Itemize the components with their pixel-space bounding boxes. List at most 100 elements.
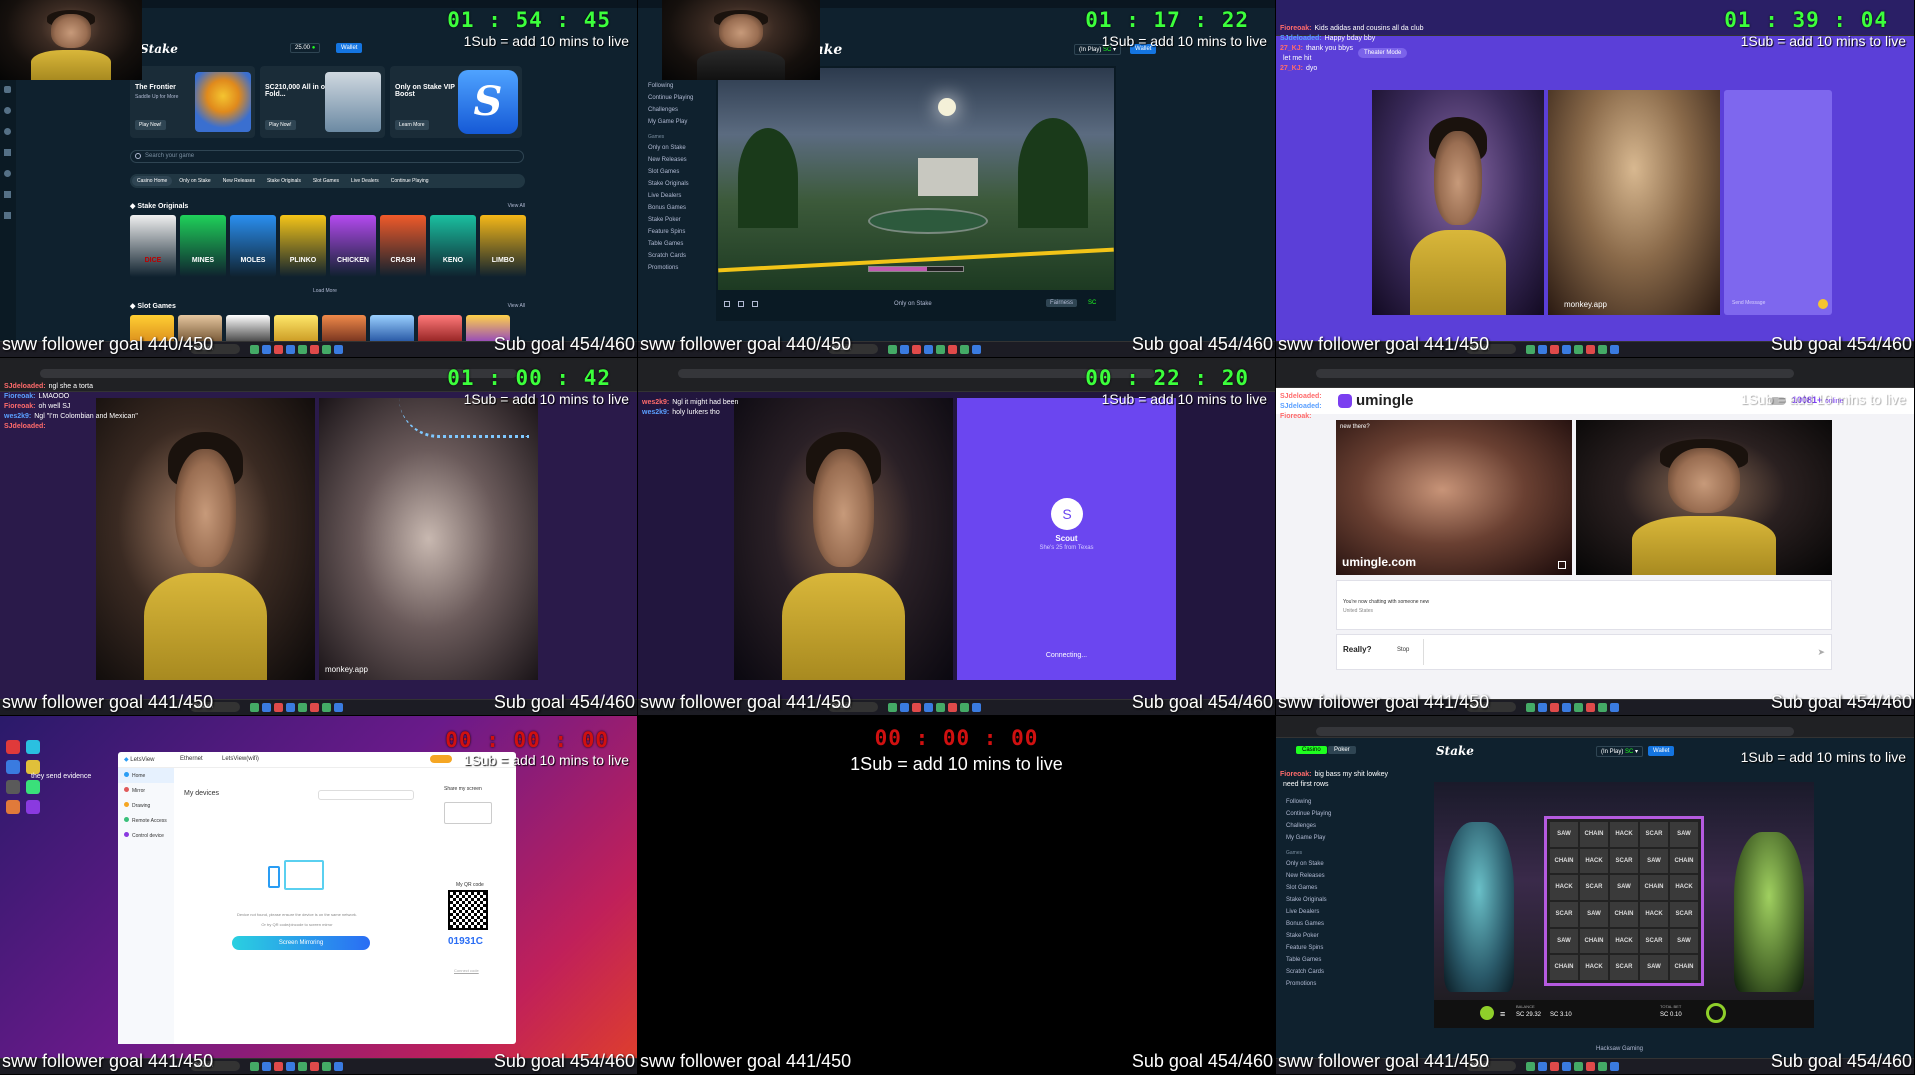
chat-username[interactable]: Fioreoak: <box>1280 413 1312 420</box>
heart-icon[interactable] <box>4 128 11 135</box>
desktop-app-icon[interactable] <box>6 780 20 794</box>
original-game-tile[interactable]: KENO <box>430 215 476 277</box>
app-icon[interactable] <box>334 345 343 354</box>
category-tab[interactable]: Only on Stake <box>174 176 215 186</box>
original-game-tile[interactable]: PLINKO <box>280 215 326 277</box>
original-game-tile[interactable]: LIMBO <box>480 215 526 277</box>
sidebar-item[interactable]: Challenges <box>638 104 714 116</box>
wallet-button[interactable]: Wallet <box>1648 746 1675 756</box>
app-icon[interactable] <box>924 345 933 354</box>
app-icon[interactable] <box>1538 1062 1547 1071</box>
sidebar-item[interactable]: Slot Games <box>1276 882 1352 894</box>
app-icon[interactable] <box>250 1062 259 1071</box>
chat-username[interactable]: Fioreoak: <box>1280 25 1312 32</box>
connect-code-link[interactable]: Connect code <box>454 968 479 973</box>
chat-username[interactable]: 27_KJ: <box>1280 45 1303 52</box>
chat-username[interactable]: Fioreoak: <box>1280 771 1312 778</box>
app-icon[interactable] <box>1598 1062 1607 1071</box>
app-icon[interactable] <box>1586 1062 1595 1071</box>
tab-ethernet[interactable]: Ethernet <box>180 756 203 762</box>
original-game-tile[interactable]: CHICKEN <box>330 215 376 277</box>
app-icon[interactable] <box>912 345 921 354</box>
message-input[interactable] <box>1423 639 1813 665</box>
ticket-icon[interactable] <box>4 191 11 198</box>
star-icon[interactable] <box>4 107 11 114</box>
app-icon[interactable] <box>900 345 909 354</box>
stop-button[interactable]: Stop <box>1397 647 1409 653</box>
chat-username[interactable]: wes2k9: <box>4 413 31 420</box>
chat-username[interactable]: SJdeloaded: <box>1280 35 1322 42</box>
sidebar-item[interactable]: Following <box>638 80 714 92</box>
desktop-app-icon[interactable] <box>26 740 40 754</box>
letsview-menu-item[interactable]: Control device <box>118 828 174 843</box>
app-icon[interactable] <box>310 345 319 354</box>
send-icon[interactable] <box>1818 299 1828 309</box>
app-icon[interactable] <box>286 703 295 712</box>
app-icon[interactable] <box>1550 703 1559 712</box>
chat-username[interactable]: Fioreoak: <box>4 403 36 410</box>
letsview-menu-item[interactable]: Mirror <box>118 783 174 798</box>
learn-more-button[interactable]: Learn More <box>395 120 429 130</box>
vip-badge[interactable] <box>430 755 452 763</box>
sidebar-item[interactable]: Live Dealers <box>638 190 714 202</box>
sidebar-item[interactable]: Table Games <box>1276 954 1352 966</box>
app-icon[interactable] <box>1574 703 1583 712</box>
sidebar-item[interactable]: Following <box>1276 796 1352 808</box>
stake-logo[interactable]: Stake <box>1436 744 1474 758</box>
sidebar-item[interactable]: Stake Poker <box>638 214 714 226</box>
app-icon[interactable] <box>334 703 343 712</box>
chat-username[interactable]: SJdeloaded: <box>4 423 46 430</box>
app-icon[interactable] <box>924 703 933 712</box>
sidebar-item[interactable]: New Releases <box>1276 870 1352 882</box>
chat-username[interactable]: wes2k9: <box>642 399 669 406</box>
app-icon[interactable] <box>286 345 295 354</box>
app-icon[interactable] <box>1538 345 1547 354</box>
sidebar-item[interactable]: Live Dealers <box>1276 906 1352 918</box>
sidebar-item[interactable]: Table Games <box>638 238 714 250</box>
category-tab[interactable]: Slot Games <box>308 176 344 186</box>
original-game-tile[interactable]: MINES <box>180 215 226 277</box>
app-icon[interactable] <box>1562 345 1571 354</box>
fullscreen-icon[interactable] <box>724 301 730 307</box>
search-games[interactable]: Search your game <box>130 150 524 163</box>
chat-username[interactable]: SJdeloaded: <box>1280 393 1322 400</box>
category-tab[interactable]: New Releases <box>218 176 260 186</box>
app-icon[interactable] <box>1538 703 1547 712</box>
letsview-menu-item[interactable]: Drawing <box>118 798 174 813</box>
sidebar-item[interactable]: Bonus Games <box>1276 918 1352 930</box>
app-icon[interactable] <box>1574 1062 1583 1071</box>
app-icon[interactable] <box>274 1062 283 1071</box>
chat-username[interactable]: SJdeloaded: <box>1280 403 1322 410</box>
screen-mirroring-button[interactable]: Screen Mirroring <box>232 936 370 950</box>
app-icon[interactable] <box>1586 345 1595 354</box>
play-now-button[interactable]: Play Now! <box>265 120 296 130</box>
category-tab[interactable]: Casino Home <box>132 176 173 186</box>
chat-username[interactable]: SJdeloaded: <box>4 383 46 390</box>
sidebar-item[interactable]: Scratch Cards <box>1276 966 1352 978</box>
home-icon[interactable] <box>4 86 11 93</box>
app-icon[interactable] <box>286 1062 295 1071</box>
desktop-app-icon[interactable] <box>6 740 20 754</box>
app-icon[interactable] <box>298 1062 307 1071</box>
app-icon[interactable] <box>262 1062 271 1071</box>
chat-username[interactable]: wes2k9: <box>642 409 669 416</box>
menu-icon[interactable]: ≡ <box>1500 1009 1505 1019</box>
fairness-button[interactable]: Fairness <box>1046 299 1078 307</box>
app-icon[interactable] <box>262 703 271 712</box>
original-game-tile[interactable]: MOLES <box>230 215 276 277</box>
sidebar-item[interactable]: Slot Games <box>638 166 714 178</box>
device-dropdown[interactable] <box>318 790 414 800</box>
play-now-button[interactable]: Play Now! <box>135 120 166 130</box>
app-icon[interactable] <box>1562 1062 1571 1071</box>
app-icon[interactable] <box>948 703 957 712</box>
app-icon[interactable] <box>1586 703 1595 712</box>
original-game-tile[interactable]: CRASH <box>380 215 426 277</box>
sidebar-item[interactable]: Continue Playing <box>1276 808 1352 820</box>
app-icon[interactable] <box>1598 703 1607 712</box>
send-message-field[interactable]: Send Message <box>1728 297 1808 309</box>
app-icon[interactable] <box>322 1062 331 1071</box>
desktop-app-icon[interactable] <box>26 800 40 814</box>
stake-logo[interactable]: Stake <box>140 42 178 56</box>
app-icon[interactable] <box>888 703 897 712</box>
app-icon[interactable] <box>1610 1062 1619 1071</box>
